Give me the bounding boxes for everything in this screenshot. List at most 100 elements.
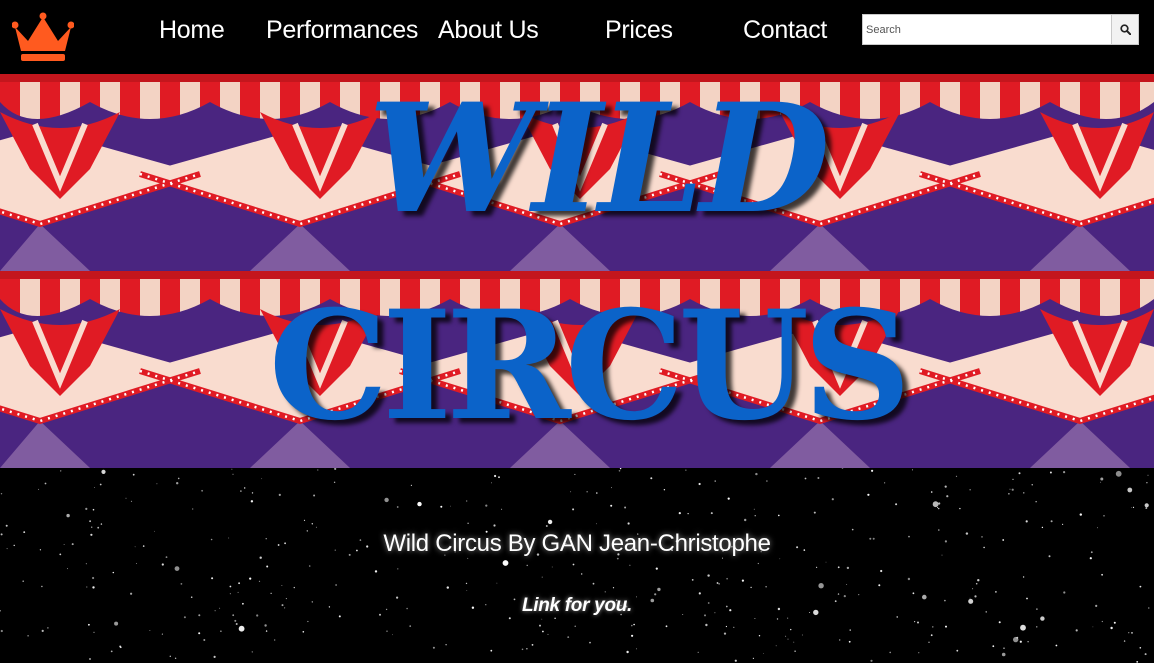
star bbox=[238, 582, 241, 585]
star bbox=[174, 657, 177, 659]
star bbox=[1145, 507, 1148, 509]
star bbox=[467, 522, 469, 524]
star bbox=[94, 487, 95, 488]
star bbox=[665, 625, 668, 628]
star bbox=[99, 483, 102, 486]
star bbox=[765, 586, 767, 588]
star bbox=[392, 634, 393, 636]
star bbox=[374, 570, 378, 573]
star bbox=[0, 629, 3, 633]
star bbox=[1127, 487, 1133, 493]
nav-home-link[interactable]: Home bbox=[159, 14, 225, 46]
star bbox=[1062, 523, 1064, 525]
star bbox=[567, 636, 570, 638]
star bbox=[758, 635, 761, 637]
star bbox=[22, 580, 25, 582]
star bbox=[1131, 632, 1133, 634]
star bbox=[5, 524, 8, 527]
star bbox=[467, 557, 469, 559]
star bbox=[386, 630, 388, 632]
star bbox=[1063, 591, 1066, 594]
star bbox=[1025, 520, 1028, 523]
star bbox=[542, 630, 544, 633]
star bbox=[763, 653, 764, 654]
star bbox=[493, 524, 496, 527]
star bbox=[775, 645, 777, 647]
star bbox=[733, 626, 735, 628]
star bbox=[238, 625, 245, 632]
star bbox=[311, 523, 313, 525]
star bbox=[839, 639, 841, 641]
link-for-you[interactable]: Link for you. bbox=[0, 595, 1154, 617]
nav-contact-link[interactable]: Contact bbox=[743, 14, 827, 46]
star bbox=[521, 648, 524, 651]
star bbox=[727, 497, 730, 500]
star bbox=[955, 475, 958, 477]
search-button[interactable] bbox=[1111, 15, 1138, 44]
star bbox=[101, 469, 106, 474]
star bbox=[220, 630, 222, 632]
star bbox=[714, 480, 716, 482]
star bbox=[465, 582, 468, 585]
star bbox=[663, 489, 666, 491]
star bbox=[265, 630, 268, 632]
star bbox=[1101, 573, 1103, 576]
star bbox=[1063, 471, 1066, 474]
star bbox=[270, 592, 272, 594]
star bbox=[526, 564, 528, 567]
star bbox=[1036, 626, 1038, 628]
star bbox=[136, 563, 138, 564]
star bbox=[867, 493, 870, 496]
star bbox=[1011, 488, 1014, 491]
star bbox=[334, 468, 337, 470]
star bbox=[992, 645, 995, 648]
star bbox=[302, 631, 305, 633]
star bbox=[86, 586, 88, 588]
star bbox=[303, 519, 306, 521]
star bbox=[112, 571, 115, 574]
star bbox=[975, 582, 978, 585]
star bbox=[180, 583, 183, 585]
star bbox=[790, 628, 792, 631]
star bbox=[0, 493, 3, 495]
star bbox=[611, 487, 612, 489]
star bbox=[813, 511, 816, 514]
star bbox=[917, 621, 919, 624]
starfield-section: Wild Circus By GAN Jean-Christophe Link … bbox=[0, 468, 1154, 663]
star bbox=[907, 577, 911, 581]
star bbox=[258, 580, 261, 582]
star bbox=[849, 629, 851, 631]
star bbox=[871, 469, 874, 472]
star bbox=[937, 507, 938, 509]
star bbox=[977, 579, 980, 582]
star bbox=[741, 579, 745, 582]
star bbox=[928, 641, 930, 643]
hero-title-circus: CIRCUS bbox=[268, 278, 912, 454]
star bbox=[1055, 644, 1058, 647]
star bbox=[396, 506, 399, 508]
search-input[interactable] bbox=[863, 15, 1111, 44]
nav-about-us-link[interactable]: About Us bbox=[438, 14, 539, 46]
star bbox=[1146, 482, 1148, 484]
star bbox=[264, 624, 267, 627]
star bbox=[281, 585, 283, 586]
star bbox=[235, 623, 238, 625]
nav-prices-link[interactable]: Prices bbox=[605, 14, 673, 46]
star bbox=[114, 621, 119, 626]
star bbox=[932, 501, 939, 508]
star bbox=[88, 623, 90, 626]
star bbox=[317, 469, 319, 471]
star bbox=[870, 659, 873, 662]
star bbox=[174, 566, 180, 571]
star bbox=[92, 586, 95, 589]
star bbox=[766, 480, 768, 482]
star bbox=[251, 492, 254, 494]
star bbox=[201, 489, 204, 492]
star bbox=[1113, 621, 1116, 624]
star bbox=[880, 569, 883, 573]
star bbox=[211, 577, 214, 580]
starfield-background bbox=[0, 468, 1150, 663]
nav-performances-link[interactable]: Performances bbox=[266, 14, 418, 46]
logo-link[interactable] bbox=[11, 11, 75, 63]
star bbox=[804, 477, 807, 480]
